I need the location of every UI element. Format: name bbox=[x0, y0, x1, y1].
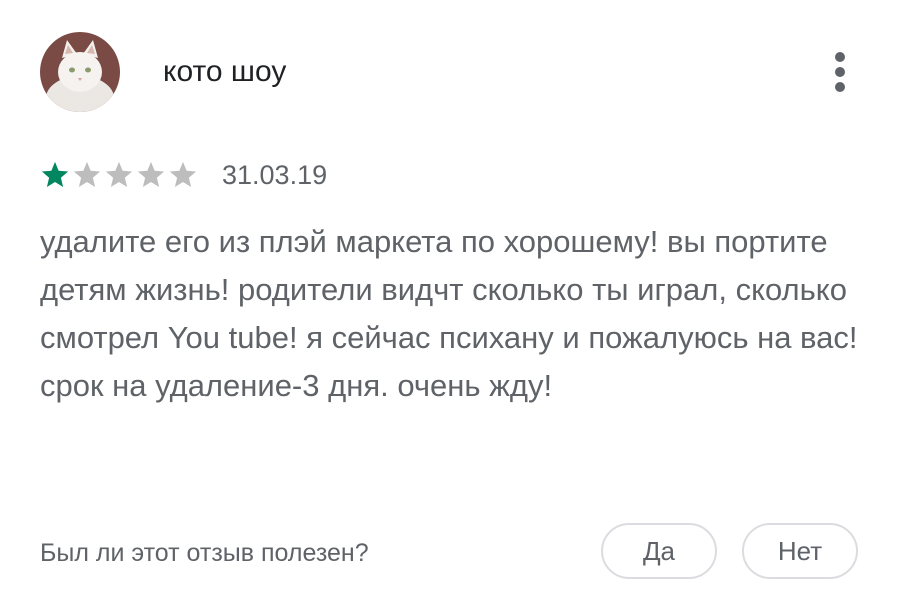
star-empty-icon bbox=[136, 160, 166, 190]
star-empty-icon bbox=[168, 160, 198, 190]
star-empty-icon bbox=[104, 160, 134, 190]
star-empty-icon bbox=[72, 160, 102, 190]
star-rating bbox=[40, 160, 198, 190]
helpful-question: Был ли этот отзыв полезен? bbox=[40, 539, 369, 567]
rating-row: 31.03.19 bbox=[40, 157, 327, 193]
avatar[interactable] bbox=[40, 32, 120, 112]
helpful-no-button[interactable]: Нет bbox=[742, 523, 858, 579]
review-date: 31.03.19 bbox=[222, 160, 328, 190]
helpful-yes-button[interactable]: Да bbox=[601, 523, 717, 579]
review-author-name: кото шоу bbox=[163, 55, 287, 88]
review-text: удалите его из плэй маркета по хорошему!… bbox=[40, 224, 858, 403]
star-filled-icon bbox=[40, 160, 70, 190]
more-options-menu-icon[interactable] bbox=[822, 48, 858, 96]
white-cat-avatar-icon bbox=[40, 32, 120, 112]
